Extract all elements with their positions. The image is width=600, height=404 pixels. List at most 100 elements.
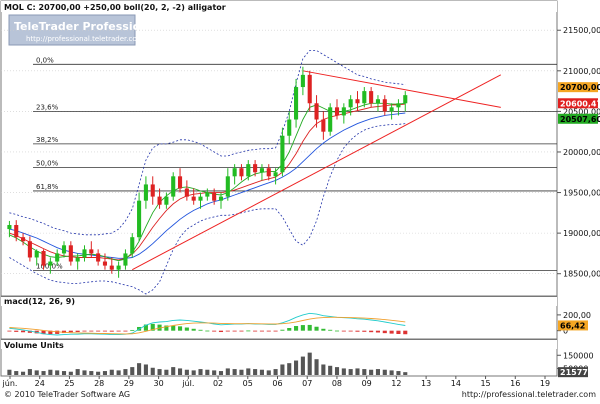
macd-histogram-bar — [123, 330, 128, 332]
volume-bar — [14, 371, 19, 375]
macd-histogram-bar — [232, 330, 237, 332]
candle-body — [191, 196, 196, 201]
candle-body — [307, 74, 312, 104]
volume-tag-label: 21577 — [560, 368, 588, 377]
candle-body — [334, 107, 340, 116]
candle-body — [75, 257, 80, 262]
candle-body — [27, 241, 32, 258]
volume-bar — [130, 367, 135, 375]
fib-label: 50,0% — [36, 159, 59, 167]
macd-tag-label: 66,42 — [560, 321, 585, 330]
candle-body — [389, 107, 394, 112]
x-tick-label: júl. — [181, 379, 194, 388]
volume-tick-label: 150000 — [563, 351, 594, 360]
candle-body — [382, 99, 387, 112]
volume-bar — [212, 370, 217, 375]
volume-bar — [27, 369, 32, 375]
volume-bar — [21, 371, 26, 375]
x-tick-label: 14 — [451, 379, 461, 388]
candle-body — [177, 176, 183, 189]
candle-body — [246, 164, 251, 177]
volume-bar — [253, 369, 258, 375]
candle-body — [212, 192, 217, 201]
macd-histogram-bar — [177, 326, 183, 331]
x-tick-label: 12 — [391, 379, 401, 388]
logo-name: TeleTrader Professional — [14, 20, 159, 33]
macd-histogram-bar — [253, 330, 258, 332]
volume-bar — [123, 369, 128, 375]
volume-bar — [362, 369, 367, 375]
x-axis: jún. 24 25 28 29 30 júl. 02 05 06 07 08 09 12 13 14 15 16… — [2, 376, 550, 388]
volume-bar — [198, 369, 203, 375]
x-tick-label: 05 — [243, 379, 253, 388]
macd-histogram-bar — [334, 330, 340, 332]
volume-bar — [348, 369, 353, 375]
candle-body — [143, 184, 148, 201]
x-tick-label: 16 — [510, 379, 520, 388]
candle-body — [348, 99, 353, 108]
macd-histogram-bar — [14, 330, 19, 332]
chart-window: MOL C: 20700,00 +250,00 boll(20, 2, -2) … — [0, 0, 600, 400]
candle-body — [273, 172, 278, 177]
candle-body — [96, 253, 101, 262]
candle-body — [21, 237, 26, 242]
candle-body — [205, 192, 210, 197]
macd-histogram-bar — [184, 327, 189, 331]
volume-bar — [287, 363, 292, 375]
candle-body — [164, 196, 169, 205]
macd-histogram-bar — [96, 330, 101, 332]
footer-copyright: © 2010 TeleTrader Software AG — [4, 390, 130, 399]
candle-body — [150, 184, 155, 197]
candle-body — [55, 253, 60, 262]
volume-bar — [259, 369, 264, 375]
volume-bar — [225, 368, 230, 375]
volume-bar — [7, 369, 12, 375]
macd-histogram-bar — [273, 330, 278, 332]
x-tick-label: 25 — [64, 379, 74, 388]
macd-histogram-bar — [307, 324, 312, 331]
volume-bar — [68, 371, 73, 375]
macd-histogram-bar — [205, 330, 210, 332]
x-tick-label: jún. — [2, 379, 18, 388]
x-tick-label: 02 — [213, 379, 223, 388]
price-tag-label: 20700,00 — [560, 83, 600, 92]
macd-header-bar — [1, 297, 557, 306]
candle-body — [369, 91, 374, 104]
price-tick-label: 19000,00 — [563, 229, 600, 238]
volume-bar — [403, 372, 408, 375]
candle-body — [137, 200, 142, 238]
candle-body — [375, 99, 381, 104]
candle-body — [328, 107, 333, 132]
candle-body — [300, 74, 305, 88]
candle-body — [355, 99, 360, 104]
volume-bar — [137, 363, 142, 375]
fib-label: 61,8% — [36, 183, 59, 191]
macd-histogram-bar — [102, 330, 108, 332]
volume-bar — [75, 369, 80, 375]
candle-body — [321, 119, 326, 132]
candle-body — [41, 250, 46, 266]
candle-body — [184, 188, 189, 197]
x-tick-label: 06 — [272, 379, 282, 388]
volume-bar — [102, 371, 108, 375]
volume-title: Volume Units — [4, 341, 64, 350]
volume-bar — [239, 369, 244, 375]
volume-bar — [82, 370, 87, 375]
candle-body — [157, 196, 162, 205]
macd-histogram-bar — [109, 330, 114, 332]
candle-body — [109, 265, 114, 270]
volume-bar — [389, 370, 394, 375]
volume-bar — [307, 352, 312, 375]
volume-bar — [184, 369, 189, 375]
macd-histogram-bar — [369, 330, 374, 333]
candle-body — [239, 168, 244, 177]
volume-bar — [164, 369, 169, 375]
volume-bar — [177, 368, 183, 375]
volume-bar — [61, 371, 67, 375]
volume-bar — [218, 371, 224, 375]
macd-histogram-bar — [294, 326, 299, 331]
macd-histogram-bar — [321, 328, 326, 331]
macd-histogram-bar — [218, 330, 224, 333]
x-tick-label: 13 — [421, 379, 431, 388]
volume-bar — [314, 359, 319, 375]
